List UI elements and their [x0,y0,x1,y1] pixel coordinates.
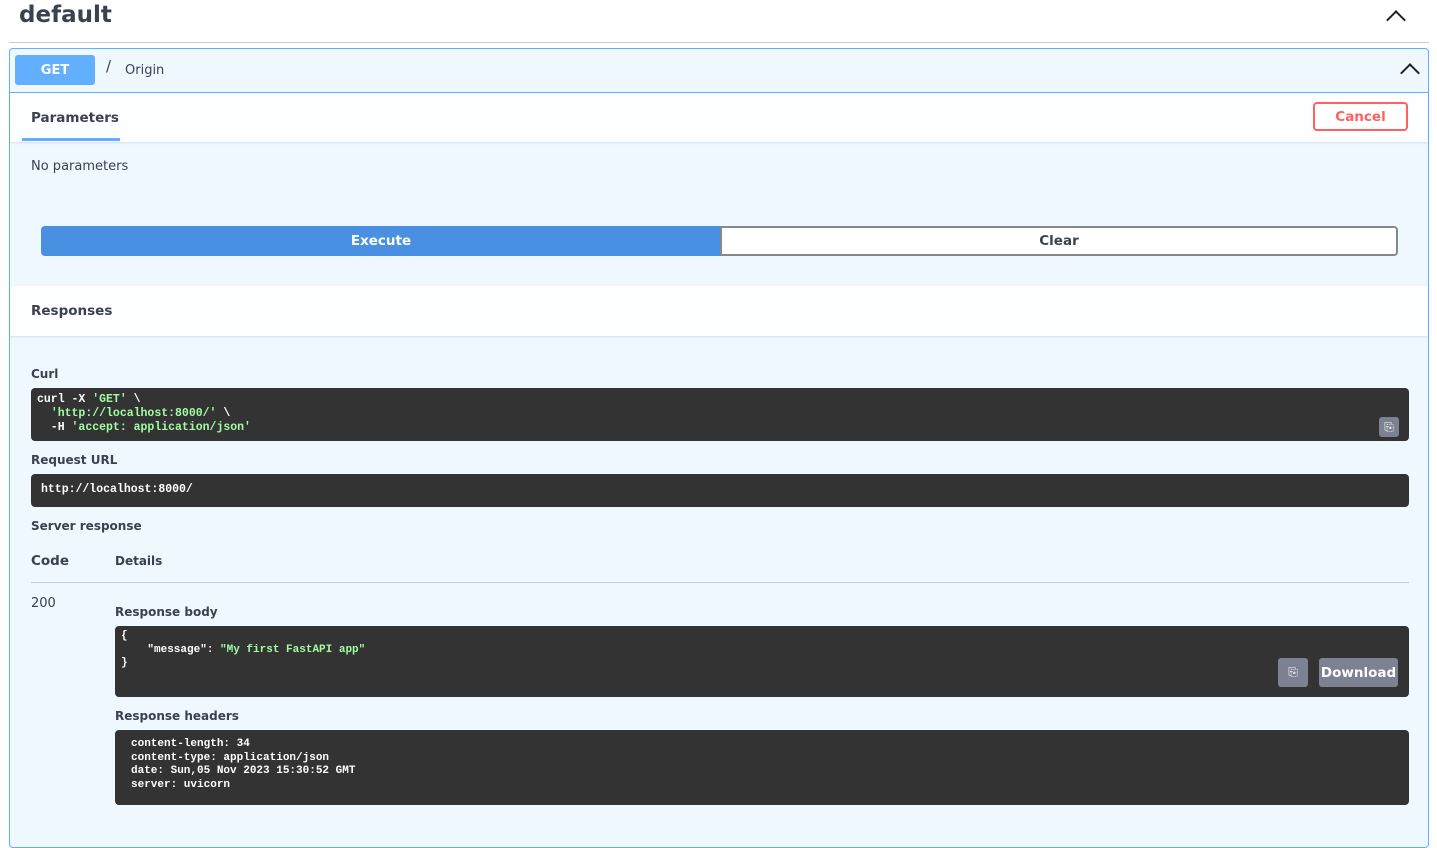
no-parameters-text: No parameters [31,159,129,174]
download-button[interactable]: Download [1319,658,1398,687]
operation-block: GET / Origin Parameters Cancel No parame… [9,48,1429,848]
curl-text: \ [126,393,141,406]
code-column-header: Code [31,553,70,569]
operation-summary[interactable]: GET / Origin [10,49,1428,93]
curl-text: -H [37,421,72,434]
header-line: date: Sun,05 Nov 2023 15:30:52 GMT [131,765,356,777]
responses-header: Responses [10,286,1428,336]
table-divider [31,582,1409,583]
section-title: default [19,2,112,28]
curl-header: 'accept: application/json' [71,421,251,434]
details-column-header: Details [115,554,163,568]
curl-text: \ [216,407,231,420]
collapse-operation-chevron-icon[interactable] [1400,63,1420,83]
method-badge: GET [15,55,95,85]
request-url-label: Request URL [31,453,118,467]
header-line: content-length: 34 [131,738,250,750]
operation-summary-text: Origin [125,63,165,78]
responses-title: Responses [31,303,113,319]
json-key: "message" [134,643,207,656]
json-value: "My first FastAPI app" [220,643,366,656]
request-url-block[interactable]: http://localhost:8000/ [31,474,1409,507]
clear-button[interactable]: Clear [720,226,1398,256]
header-line: server: uvicorn [131,778,231,791]
curl-text [37,407,51,420]
response-headers-label: Response headers [115,709,239,723]
copy-to-clipboard-icon[interactable]: ⎘ [1379,417,1399,437]
execute-button[interactable]: Execute [41,226,721,256]
json-text: { [121,630,128,642]
response-body-block[interactable]: { "message": "My first FastAPI app" } [115,626,1409,697]
server-response-label: Server response [31,519,142,533]
response-body-label: Response body [115,605,218,619]
tab-parameters[interactable]: Parameters [31,110,119,126]
active-tab-indicator [22,138,120,141]
curl-method: 'GET' [92,393,127,406]
json-text: } [121,657,128,669]
operation-path: / [106,57,112,75]
header-line: content-type: application/json [131,751,330,764]
curl-text: curl -X [37,393,93,406]
divider [9,42,1429,43]
response-code: 200 [31,596,56,611]
json-text: : [206,643,221,656]
curl-label: Curl [31,367,59,381]
curl-code-block[interactable]: curl -X 'GET' \ 'http://localhost:8000/'… [31,388,1409,441]
collapse-section-chevron-icon[interactable] [1386,10,1406,30]
curl-url: 'http://localhost:8000/' [50,407,217,420]
parameters-header: Parameters Cancel [10,93,1428,142]
copy-to-clipboard-icon[interactable]: ⎘ [1278,658,1308,687]
response-headers-block[interactable]: content-length: 34 content-type: applica… [115,730,1409,805]
cancel-button[interactable]: Cancel [1313,102,1408,131]
